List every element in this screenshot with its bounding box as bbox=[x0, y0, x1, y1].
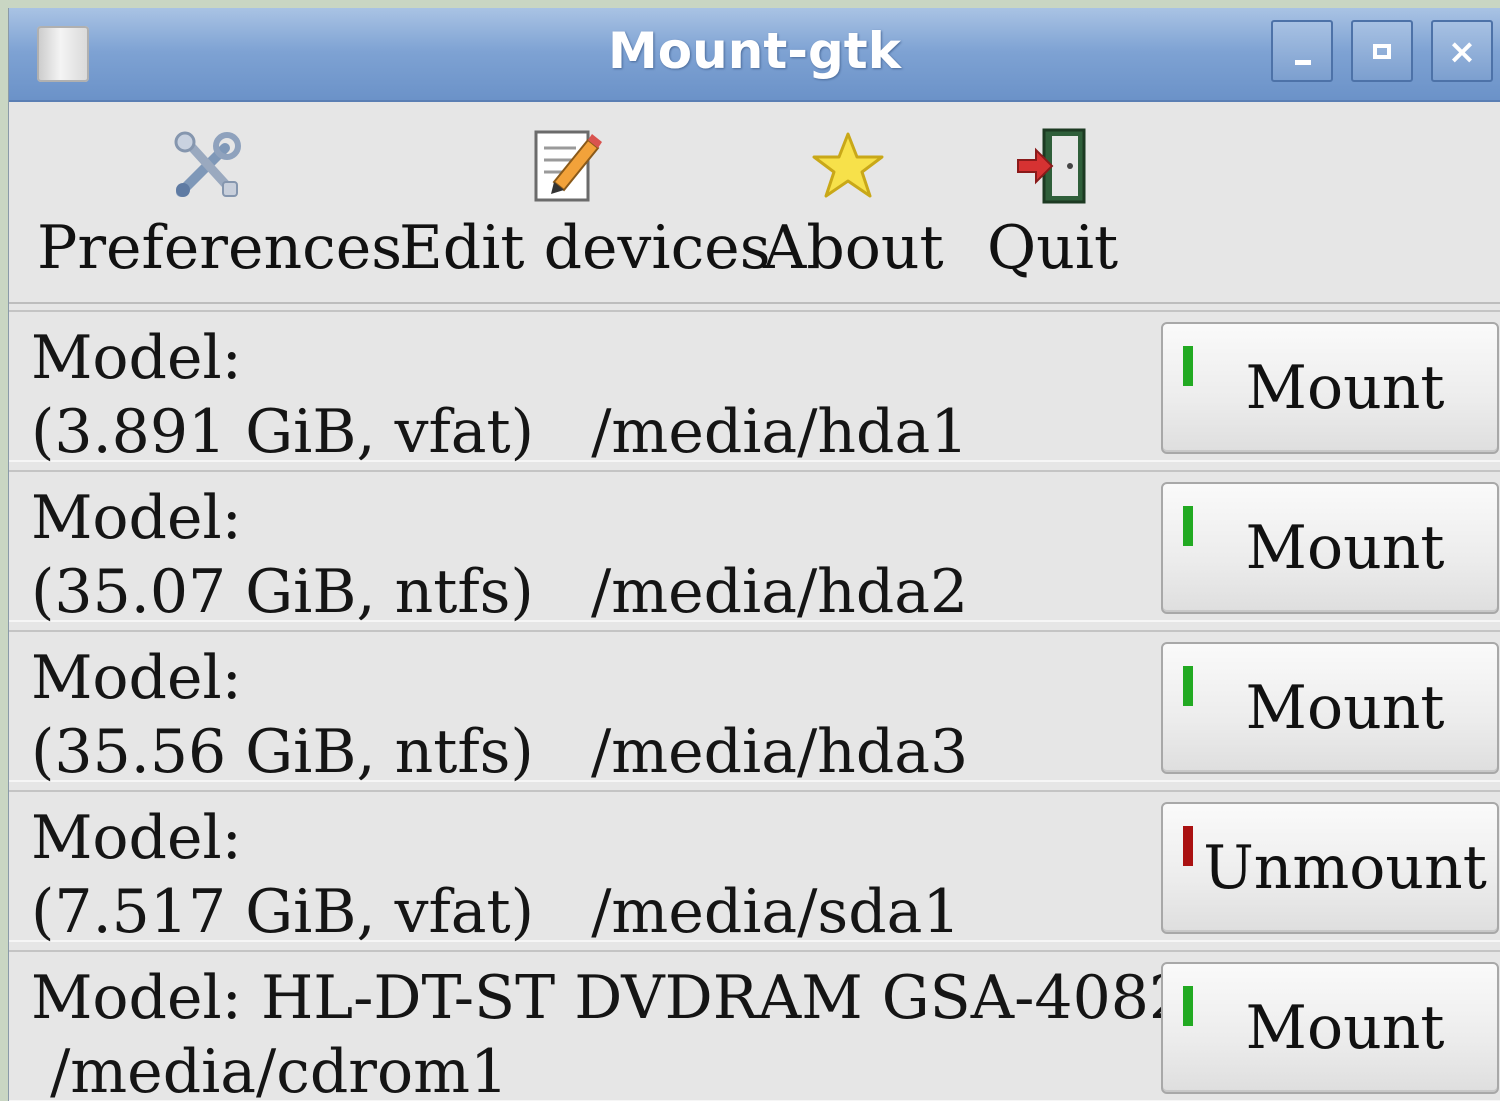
device-model: Model: HL-DT-ST DVDRAM GSA-4082N bbox=[31, 963, 1240, 1033]
close-icon: × bbox=[1447, 32, 1477, 72]
toolbar: Preferences Edit devices About Quit bbox=[9, 102, 1500, 304]
mount-button-label: Mount bbox=[1245, 513, 1445, 583]
mount-button-label: Mount bbox=[1245, 353, 1445, 423]
edit-document-pencil-icon bbox=[534, 130, 602, 202]
mount-button[interactable]: Mount bbox=[1161, 642, 1499, 774]
title-bar[interactable]: Mount-gtk × bbox=[9, 8, 1500, 102]
edit-devices-button[interactable]: Edit devices bbox=[399, 126, 771, 283]
mount-button[interactable]: Mount bbox=[1161, 482, 1499, 614]
edit-devices-label: Edit devices bbox=[399, 213, 771, 283]
minimize-icon bbox=[1295, 60, 1311, 65]
maximize-icon bbox=[1373, 44, 1391, 59]
star-icon bbox=[812, 132, 884, 198]
unmount-button[interactable]: Unmount bbox=[1161, 802, 1499, 934]
device-info: (35.56 GiB, ntfs) /media/hda3 bbox=[31, 717, 969, 787]
device-info: /media/cdrom1 bbox=[31, 1037, 509, 1101]
close-button[interactable]: × bbox=[1431, 20, 1493, 82]
mount-gtk-window: Mount-gtk × Preferences Edit devices Abo… bbox=[8, 8, 1500, 1101]
mount-button-label: Mount bbox=[1245, 993, 1445, 1063]
device-info: (7.517 GiB, vfat) /media/sda1 bbox=[31, 877, 961, 947]
preferences-tools-icon bbox=[174, 131, 241, 197]
quit-button[interactable]: Quit bbox=[987, 126, 1119, 283]
maximize-button[interactable] bbox=[1351, 20, 1413, 82]
device-model: Model: bbox=[31, 323, 242, 393]
device-info: (35.07 GiB, ntfs) /media/hda2 bbox=[31, 557, 969, 627]
device-row: Model: (3.891 GiB, vfat) /media/hda1 Mou… bbox=[9, 310, 1500, 462]
device-model: Model: bbox=[31, 483, 242, 553]
device-info: (3.891 GiB, vfat) /media/hda1 bbox=[31, 397, 969, 467]
device-model: Model: bbox=[31, 643, 242, 713]
preferences-label: Preferences bbox=[37, 213, 403, 283]
mount-button-label: Mount bbox=[1245, 673, 1445, 743]
about-button[interactable]: About bbox=[763, 126, 944, 283]
quit-label: Quit bbox=[987, 213, 1119, 283]
device-row: Model: (35.07 GiB, ntfs) /media/hda2 Mou… bbox=[9, 470, 1500, 622]
exit-door-icon bbox=[1017, 128, 1086, 204]
device-row: Model: (35.56 GiB, ntfs) /media/hda3 Mou… bbox=[9, 630, 1500, 782]
mount-button[interactable]: Mount bbox=[1161, 322, 1499, 454]
device-model: Model: bbox=[31, 803, 242, 873]
minimize-button[interactable] bbox=[1271, 20, 1333, 82]
device-row: Model: (7.517 GiB, vfat) /media/sda1 Unm… bbox=[9, 790, 1500, 942]
mount-button[interactable]: Mount bbox=[1161, 962, 1499, 1094]
preferences-button[interactable]: Preferences bbox=[37, 126, 403, 283]
unmount-button-label: Unmount bbox=[1203, 833, 1487, 903]
about-label: About bbox=[763, 213, 944, 283]
device-row: Model: HL-DT-ST DVDRAM GSA-4082N /media/… bbox=[9, 950, 1500, 1101]
